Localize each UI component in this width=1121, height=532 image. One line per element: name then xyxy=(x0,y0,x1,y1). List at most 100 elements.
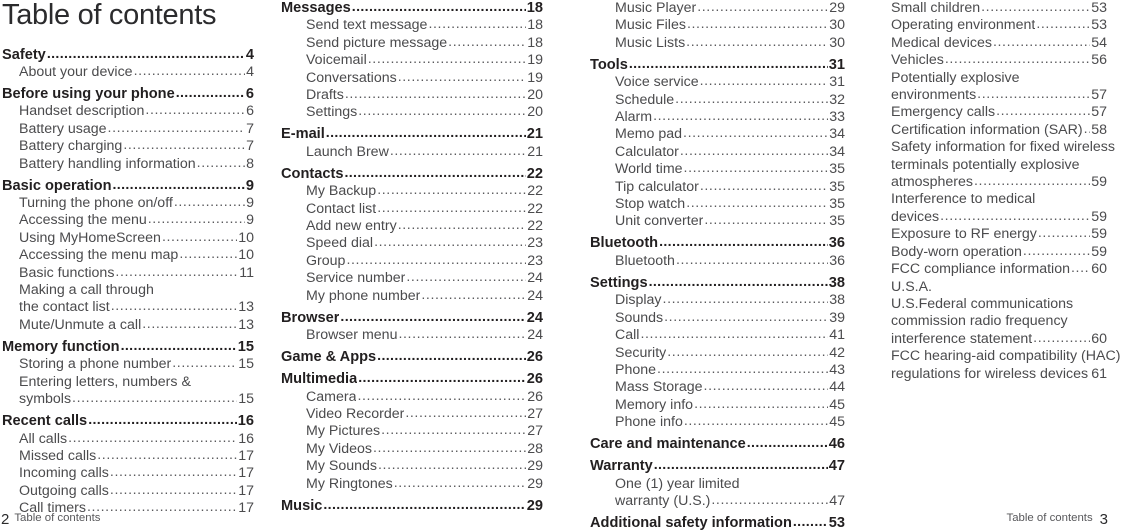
toc-sub-entry[interactable]: Music Lists.............................… xyxy=(590,34,845,52)
toc-sub-entry[interactable]: Speed dial..............................… xyxy=(281,234,543,252)
toc-sub-entry[interactable]: World time..............................… xyxy=(590,160,845,178)
toc-sub-entry[interactable]: Small children..........................… xyxy=(891,0,1107,17)
toc-sub-entry[interactable]: Medical devices.........................… xyxy=(891,34,1107,52)
toc-heading-entry[interactable]: Basic operation.........................… xyxy=(2,177,254,195)
toc-sub-entry[interactable]: All calls...............................… xyxy=(2,430,254,448)
toc-sub-entry[interactable]: Memory info.............................… xyxy=(590,396,845,414)
toc-sub-entry[interactable]: Using MyHomeScreen......................… xyxy=(2,229,254,247)
toc-heading-entry[interactable]: Settings................................… xyxy=(590,274,845,292)
toc-sub-entry[interactable]: Contact list............................… xyxy=(281,200,543,218)
toc-sub-entry[interactable]: Send text message.......................… xyxy=(281,16,543,34)
toc-sub-entry[interactable]: Conversations...........................… xyxy=(281,69,543,87)
toc-heading-entry[interactable]: Bluetooth...............................… xyxy=(590,234,845,252)
toc-sub-entry[interactable]: U.S.Federal communications..............… xyxy=(891,296,1107,313)
toc-sub-entry[interactable]: My phone number.........................… xyxy=(281,287,543,305)
toc-sub-entry[interactable]: Send picture message....................… xyxy=(281,34,543,52)
toc-heading-entry[interactable]: Browser.................................… xyxy=(281,309,543,327)
toc-sub-entry[interactable]: Memo pad................................… xyxy=(590,125,845,143)
toc-heading-entry[interactable]: Recent calls............................… xyxy=(2,412,254,430)
toc-sub-entry[interactable]: One (1) year limited....................… xyxy=(590,476,845,493)
toc-sub-entry[interactable]: Phone info..............................… xyxy=(590,413,845,431)
toc-heading-entry[interactable]: Safety..................................… xyxy=(2,46,254,64)
toc-sub-entry[interactable]: Browser menu............................… xyxy=(281,326,543,344)
toc-sub-entry[interactable]: Schedule................................… xyxy=(590,91,845,109)
toc-sub-entry[interactable]: My Backup...............................… xyxy=(281,182,543,200)
toc-sub-entry[interactable]: Add new entry...........................… xyxy=(281,217,543,235)
toc-sub-entry[interactable]: Outgoing calls..........................… xyxy=(2,482,254,500)
toc-sub-entry[interactable]: commission radio frequency..............… xyxy=(891,313,1107,330)
toc-sub-entry[interactable]: Stop watch..............................… xyxy=(590,195,845,213)
toc-sub-entry[interactable]: FCC compliance information..............… xyxy=(891,260,1107,278)
toc-sub-entry[interactable]: Voicemail...............................… xyxy=(281,51,543,69)
toc-sub-entry[interactable]: Display.................................… xyxy=(590,291,845,309)
toc-sub-entry[interactable]: warranty (U.S.).........................… xyxy=(590,492,845,510)
toc-heading-entry[interactable]: Messages................................… xyxy=(281,0,543,17)
toc-heading-entry[interactable]: Before using your phone.................… xyxy=(2,85,254,103)
toc-sub-entry[interactable]: Turning the phone on/off................… xyxy=(2,194,254,212)
toc-sub-entry[interactable]: terminals potentially explosive.........… xyxy=(891,157,1107,174)
toc-sub-entry[interactable]: Tip calculator..........................… xyxy=(590,178,845,196)
toc-sub-entry[interactable]: devices.................................… xyxy=(891,208,1107,226)
toc-sub-entry[interactable]: Voice service...........................… xyxy=(590,73,845,91)
toc-heading-entry[interactable]: Memory function.........................… xyxy=(2,338,254,356)
toc-sub-entry[interactable]: About your device.......................… xyxy=(2,63,254,81)
toc-sub-entry[interactable]: Security................................… xyxy=(590,344,845,362)
toc-sub-entry[interactable]: Camera..................................… xyxy=(281,388,543,406)
toc-sub-entry[interactable]: Incoming calls..........................… xyxy=(2,464,254,482)
toc-heading-entry[interactable]: Contacts................................… xyxy=(281,165,543,183)
toc-sub-entry[interactable]: Certification information (SAR).........… xyxy=(891,121,1107,139)
toc-sub-entry[interactable]: Battery charging........................… xyxy=(2,137,254,155)
toc-sub-entry[interactable]: Sounds..................................… xyxy=(590,309,845,327)
toc-sub-entry[interactable]: Storing a phone number..................… xyxy=(2,355,254,373)
toc-sub-entry[interactable]: Alarm...................................… xyxy=(590,108,845,126)
toc-sub-entry[interactable]: FCC hearing-aid compatibility (HAC).....… xyxy=(891,348,1120,365)
toc-sub-entry[interactable]: the contact list........................… xyxy=(2,298,254,316)
toc-sub-entry[interactable]: Launch Brew.............................… xyxy=(281,143,543,161)
toc-heading-entry[interactable]: Multimedia..............................… xyxy=(281,370,543,388)
toc-sub-entry[interactable]: Basic functions.........................… xyxy=(2,264,254,282)
toc-sub-entry[interactable]: Accessing the menu......................… xyxy=(2,211,254,229)
toc-sub-entry[interactable]: Safety information for fixed wireless...… xyxy=(891,139,1115,156)
toc-heading-entry[interactable]: E-mail..................................… xyxy=(281,125,543,143)
toc-sub-entry[interactable]: My Videos...............................… xyxy=(281,440,543,458)
toc-sub-entry[interactable]: Emergency calls.........................… xyxy=(891,103,1107,121)
toc-sub-entry[interactable]: Vehicles................................… xyxy=(891,51,1107,69)
toc-sub-entry[interactable]: U.S.A...................................… xyxy=(891,279,1107,296)
toc-heading-entry[interactable]: Tools...................................… xyxy=(590,56,845,74)
toc-sub-entry[interactable]: Accessing the menu map..................… xyxy=(2,246,254,264)
toc-sub-entry[interactable]: Mass Storage............................… xyxy=(590,378,845,396)
toc-sub-entry[interactable]: Making a call through...................… xyxy=(2,282,254,299)
toc-sub-entry[interactable]: Group...................................… xyxy=(281,252,543,270)
toc-sub-entry[interactable]: atmospheres.............................… xyxy=(891,173,1107,191)
toc-sub-entry[interactable]: interference statement..................… xyxy=(891,330,1107,348)
toc-sub-entry[interactable]: My Ringtones............................… xyxy=(281,475,543,493)
toc-sub-entry[interactable]: Battery usage...........................… xyxy=(2,120,254,138)
toc-heading-entry[interactable]: Game & Apps.............................… xyxy=(281,348,543,366)
toc-sub-entry[interactable]: My Pictures.............................… xyxy=(281,422,543,440)
toc-sub-entry[interactable]: My Sounds...............................… xyxy=(281,457,543,475)
toc-sub-entry[interactable]: Bluetooth...............................… xyxy=(590,252,845,270)
toc-sub-entry[interactable]: Video Recorder..........................… xyxy=(281,405,543,423)
toc-sub-entry[interactable]: Service number..........................… xyxy=(281,269,543,287)
toc-sub-entry[interactable]: symbols.................................… xyxy=(2,390,254,408)
toc-sub-entry[interactable]: Body-worn operation.....................… xyxy=(891,243,1107,261)
toc-sub-entry[interactable]: Settings................................… xyxy=(281,103,543,121)
toc-heading-entry[interactable]: Care and maintenance....................… xyxy=(590,435,845,453)
toc-sub-entry[interactable]: Missed calls............................… xyxy=(2,447,254,465)
toc-sub-entry[interactable]: Phone...................................… xyxy=(590,361,845,379)
toc-sub-entry[interactable]: Unit converter..........................… xyxy=(590,212,845,230)
toc-sub-entry[interactable]: Potentially explosive...................… xyxy=(891,70,1107,87)
toc-sub-entry[interactable]: Operating environment...................… xyxy=(891,16,1107,34)
toc-sub-entry[interactable]: Entering letters, numbers &.............… xyxy=(2,374,254,391)
toc-sub-entry[interactable]: Mute/Unmute a call......................… xyxy=(2,316,254,334)
toc-heading-entry[interactable]: Additional safety information...........… xyxy=(590,514,845,532)
toc-heading-entry[interactable]: Warranty................................… xyxy=(590,457,845,475)
toc-sub-entry[interactable]: Battery handling information............… xyxy=(2,155,254,173)
toc-sub-entry[interactable]: Music Player............................… xyxy=(590,0,845,17)
toc-sub-entry[interactable]: Drafts..................................… xyxy=(281,86,543,104)
toc-sub-entry[interactable]: Interference to medical.................… xyxy=(891,191,1107,208)
toc-sub-entry[interactable]: Exposure to RF energy...................… xyxy=(891,225,1107,243)
toc-sub-entry[interactable]: Music Files.............................… xyxy=(590,16,845,34)
toc-sub-entry[interactable]: environments............................… xyxy=(891,86,1107,104)
toc-heading-entry[interactable]: Music...................................… xyxy=(281,497,543,515)
